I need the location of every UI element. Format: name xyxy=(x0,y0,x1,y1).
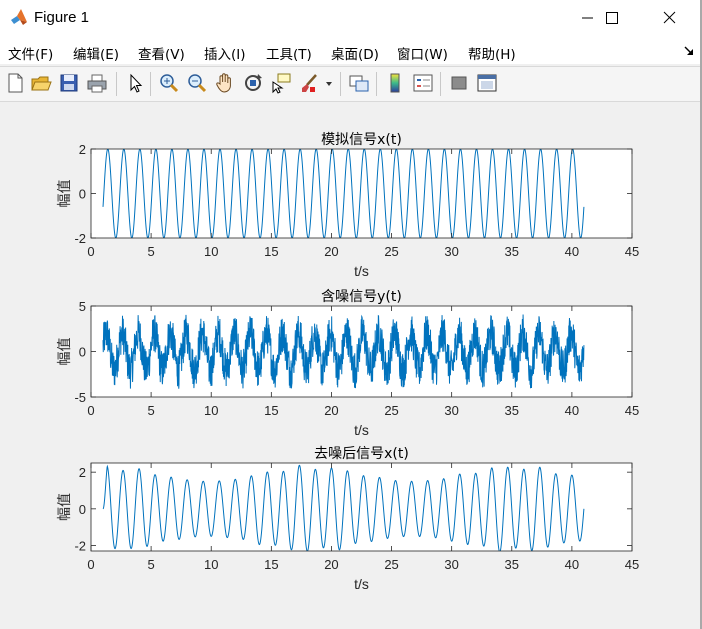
x-tick-label: 35 xyxy=(505,403,519,418)
x-tick-label: 45 xyxy=(625,557,639,572)
x-tick-label: 30 xyxy=(444,403,458,418)
x-tick-label: 20 xyxy=(324,403,338,418)
y-axis-label: 幅值 xyxy=(57,493,73,521)
x-tick-label: 0 xyxy=(87,403,94,418)
y-axis-label: 幅值 xyxy=(57,338,73,366)
x-tick-label: 30 xyxy=(444,557,458,572)
x-tick-label: 15 xyxy=(264,244,278,259)
x-tick-label: 10 xyxy=(204,244,218,259)
x-tick-label: 45 xyxy=(625,403,639,418)
x-tick-label: 45 xyxy=(625,244,639,259)
x-tick-label: 35 xyxy=(505,557,519,572)
x-tick-label: 40 xyxy=(565,403,579,418)
axes-2[interactable]: 0 5 10 15 20 25 30 35 40 45-505含噪信号y(t)t/s幅值 xyxy=(57,289,639,438)
y-tick-label: 0 xyxy=(79,502,86,517)
axes-title: 含噪信号y(t) xyxy=(321,289,402,305)
x-axis-label: t/s xyxy=(354,576,369,592)
x-tick-label: 0 xyxy=(87,557,94,572)
x-tick-label: 5 xyxy=(147,403,154,418)
y-tick-label: 2 xyxy=(79,465,86,480)
x-tick-label: 30 xyxy=(444,244,458,259)
x-tick-label: 0 xyxy=(87,244,94,259)
x-tick-label: 10 xyxy=(204,557,218,572)
x-tick-label: 15 xyxy=(264,403,278,418)
x-tick-label: 20 xyxy=(324,557,338,572)
x-axis-label: t/s xyxy=(354,422,369,438)
x-tick-label: 20 xyxy=(324,244,338,259)
x-tick-label: 40 xyxy=(565,557,579,572)
axes-title: 去噪后信号x(t) xyxy=(314,446,409,462)
y-tick-label: -2 xyxy=(74,539,86,554)
x-tick-label: 25 xyxy=(384,557,398,572)
y-tick-label: 5 xyxy=(79,299,86,314)
y-tick-label: 0 xyxy=(79,345,86,360)
y-axis-label: 幅值 xyxy=(57,180,73,208)
y-tick-label: 2 xyxy=(79,142,86,157)
axes-title: 模拟信号x(t) xyxy=(321,132,402,148)
y-tick-label: -2 xyxy=(74,231,86,246)
x-tick-label: 25 xyxy=(384,244,398,259)
axes-3[interactable]: 0 5 10 15 20 25 30 35 40 45-202去噪后信号x(t)t/s幅值 xyxy=(57,446,639,592)
plot-area[interactable] xyxy=(91,463,632,551)
x-tick-label: 35 xyxy=(505,244,519,259)
x-tick-label: 5 xyxy=(147,244,154,259)
x-tick-label: 15 xyxy=(264,557,278,572)
x-tick-label: 5 xyxy=(147,557,154,572)
x-axis-label: t/s xyxy=(354,263,369,279)
y-tick-label: -5 xyxy=(74,390,86,405)
figure-canvas[interactable]: 0 5 10 15 20 25 30 35 40 45-202模拟信号x(t)t/s幅值 0 5 10… xyxy=(0,0,702,629)
x-tick-label: 40 xyxy=(565,244,579,259)
x-tick-label: 25 xyxy=(384,403,398,418)
x-tick-label: 10 xyxy=(204,403,218,418)
y-tick-label: 0 xyxy=(79,187,86,202)
axes-1[interactable]: 0 5 10 15 20 25 30 35 40 45-202模拟信号x(t)t/s幅值 xyxy=(57,132,639,279)
